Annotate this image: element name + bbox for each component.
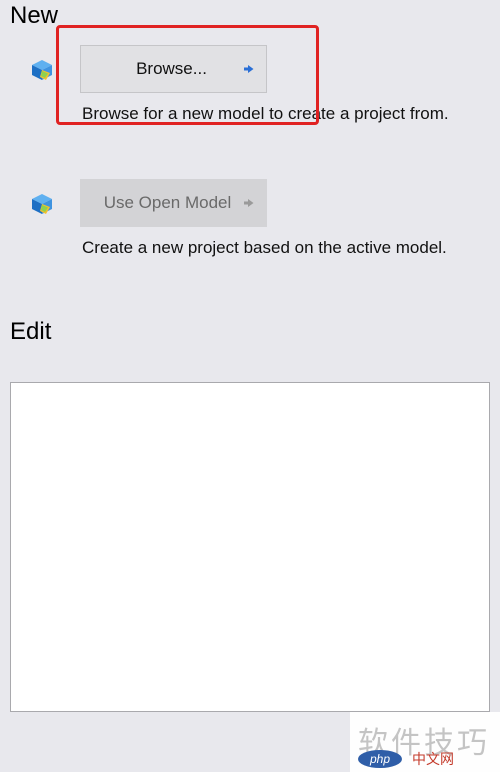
- php-logo: php: [358, 750, 402, 768]
- browse-description: Browse for a new model to create a proje…: [82, 104, 449, 123]
- watermark: 软件技巧 php 中文网: [350, 712, 500, 772]
- edit-project-list[interactable]: [10, 382, 490, 712]
- model-cube-icon: [31, 193, 53, 215]
- new-project-panel: New Browse... Browse for a new model to …: [0, 0, 500, 772]
- use-open-model-description: Create a new project based on the active…: [82, 238, 447, 257]
- edit-section-title: Edit: [10, 318, 52, 345]
- use-open-model-button-label: Use Open Model: [103, 193, 232, 212]
- new-section-title: New: [10, 2, 59, 29]
- model-cube-icon: [31, 59, 53, 81]
- browse-button-label: Browse...: [136, 59, 207, 78]
- arrow-right-icon: [244, 199, 254, 207]
- arrow-right-icon: [244, 65, 254, 73]
- browse-button[interactable]: Browse...: [80, 45, 267, 93]
- use-open-model-button[interactable]: Use Open Model: [80, 179, 267, 227]
- watermark-site: 中文网: [412, 752, 454, 768]
